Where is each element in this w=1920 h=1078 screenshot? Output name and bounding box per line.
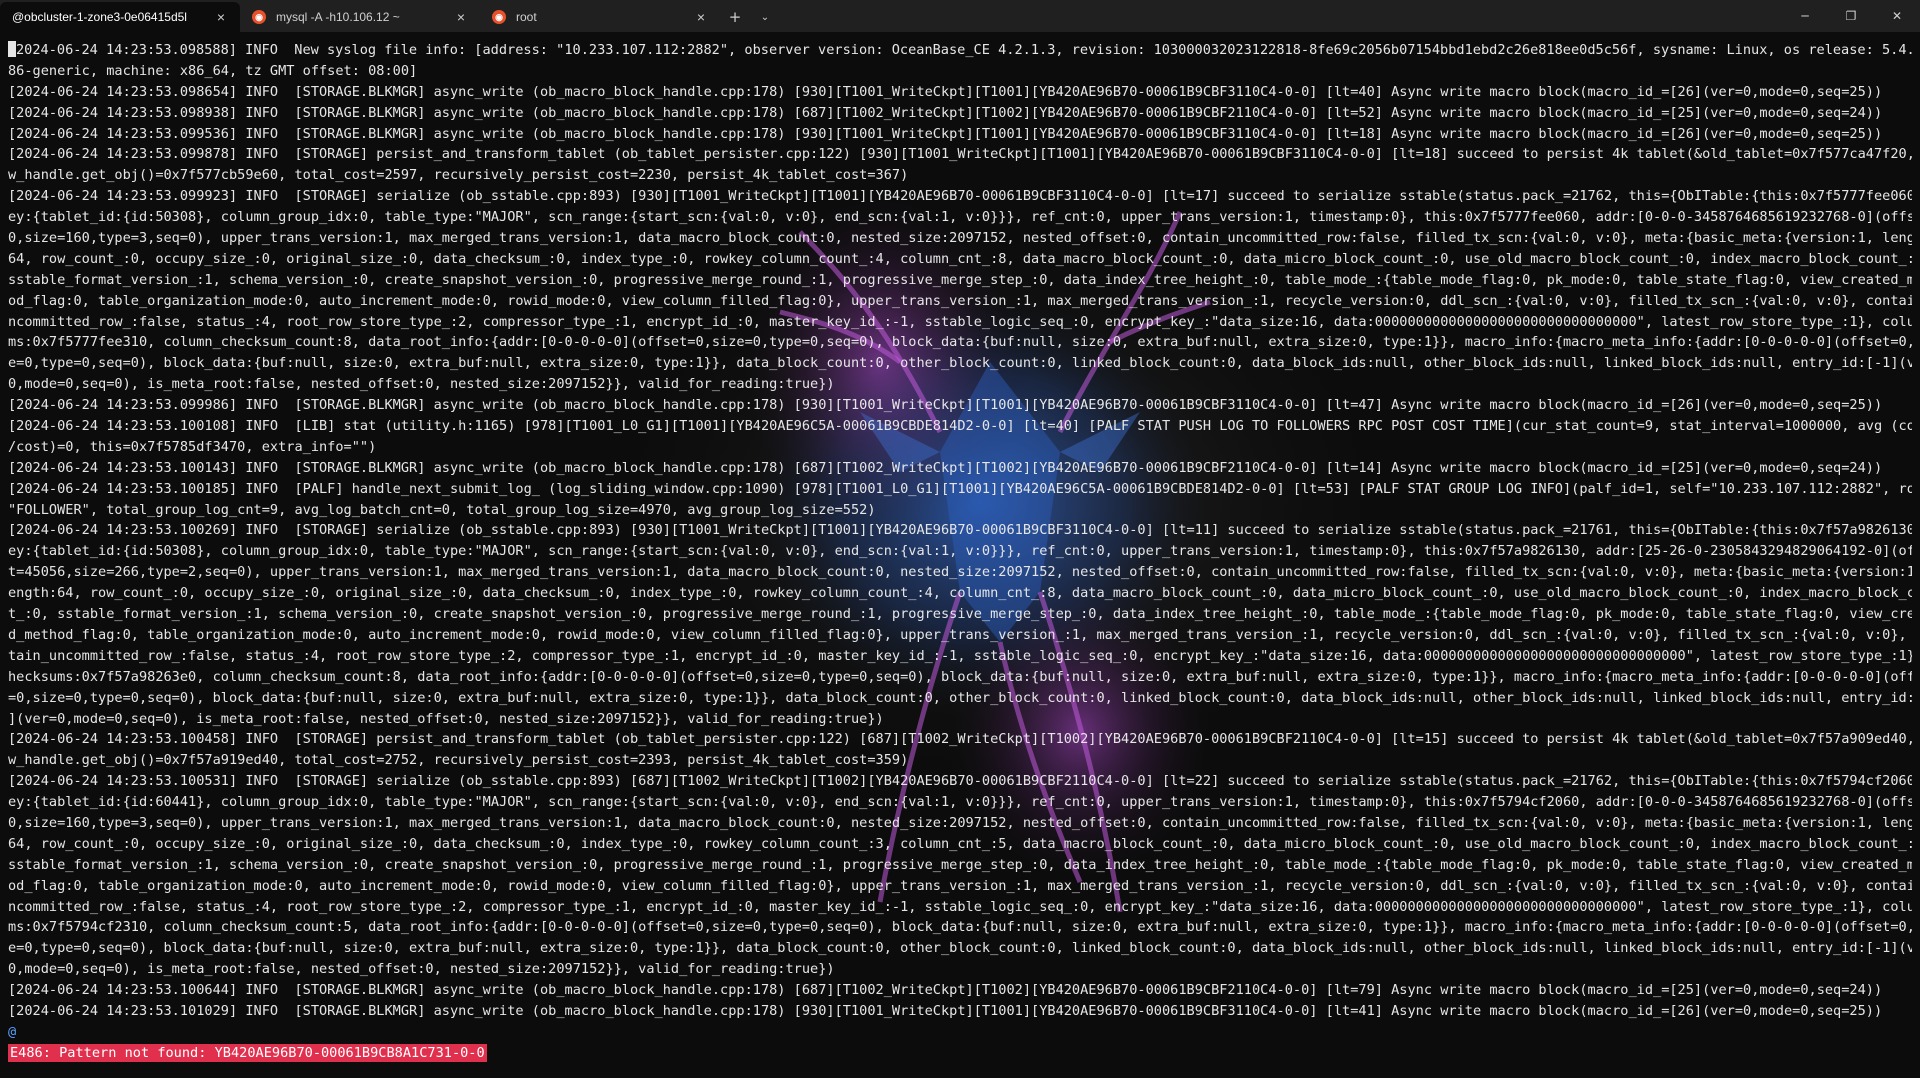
- error-message: E486: Pattern not found: YB420AE96B70-00…: [8, 1043, 487, 1062]
- log-line: w_handle.get_obj()=0x7f577cb59e60, total…: [8, 167, 909, 184]
- log-line: [2024-06-24 14:23:53.099923] INFO [STORA…: [8, 188, 1912, 205]
- log-line: "FOLLOWER", total_group_log_cnt=9, avg_l…: [8, 501, 876, 518]
- vim-empty-line-marker: @: [8, 1023, 17, 1040]
- log-line: hecksums:0x7f57a98263e0, column_checksum…: [8, 668, 1912, 685]
- tab-label: root: [516, 10, 537, 24]
- tab-obcluster[interactable]: @obcluster-1-zone3-0e06415d5l ×: [0, 2, 240, 32]
- minimize-button[interactable]: ─: [1782, 0, 1828, 32]
- close-icon[interactable]: ×: [692, 8, 710, 26]
- log-line: 86-generic, machine: x86_64, tz GMT offs…: [8, 62, 418, 79]
- log-line: ey:{tablet_id:{id:50308}, column_group_i…: [8, 209, 1912, 226]
- terminal-window: @obcluster-1-zone3-0e06415d5l × ◉ mysql …: [0, 0, 1920, 1078]
- log-line: w_handle.get_obj()=0x7f57a919ed40, total…: [8, 752, 909, 769]
- log-line: 0,mode=0,seq=0), is_meta_root:false, nes…: [8, 376, 835, 393]
- log-line: od_flag:0, table_organization_mode:0, au…: [8, 877, 1912, 894]
- text-cursor: [8, 41, 16, 57]
- log-line: 64, row_count_:0, occupy_size_:0, origin…: [8, 250, 1912, 267]
- log-line: 64, row_count_:0, occupy_size_:0, origin…: [8, 835, 1912, 852]
- close-icon[interactable]: ×: [212, 8, 230, 26]
- log-line: =0,size=0,type=0,seq=0), block_data:{buf…: [8, 689, 1912, 706]
- tab-root[interactable]: ◉ root ×: [480, 2, 720, 32]
- ubuntu-icon: ◉: [252, 10, 266, 24]
- close-window-button[interactable]: ✕: [1874, 0, 1920, 32]
- log-line: [2024-06-24 14:23:53.101029] INFO [STORA…: [8, 1002, 1883, 1019]
- log-line: 0,size=160,type=3,seq=0), upper_trans_ve…: [8, 230, 1912, 247]
- log-line: [2024-06-24 14:23:53.098938] INFO [STORA…: [8, 104, 1883, 121]
- log-line: 0,mode=0,seq=0), is_meta_root:false, nes…: [8, 961, 835, 978]
- tab-dropdown-button[interactable]: ⌄: [750, 2, 780, 32]
- log-line: [2024-06-24 14:23:53.100644] INFO [STORA…: [8, 982, 1883, 999]
- maximize-button[interactable]: ❐: [1828, 0, 1874, 32]
- log-line: sstable_format_version_:1, schema_versio…: [8, 856, 1912, 873]
- log-line: e=0,type=0,seq=0), block_data:{buf:null,…: [8, 355, 1912, 372]
- tab-label: @obcluster-1-zone3-0e06415d5l: [12, 10, 187, 24]
- close-icon[interactable]: ×: [452, 8, 470, 26]
- window-controls: ─ ❐ ✕: [1782, 0, 1920, 32]
- log-line: ey:{tablet_id:{id:60441}, column_group_i…: [8, 794, 1912, 811]
- log-line: [2024-06-24 14:23:53.100143] INFO [STORA…: [8, 459, 1883, 476]
- log-line: [2024-06-24 14:23:53.100108] INFO [LIB] …: [8, 418, 1912, 435]
- new-tab-button[interactable]: +: [720, 2, 750, 32]
- log-line: ms:0x7f5794cf2310, column_checksum_count…: [8, 919, 1912, 936]
- ubuntu-icon: ◉: [492, 10, 506, 24]
- log-line: e=0,type=0,seq=0), block_data:{buf:null,…: [8, 940, 1912, 957]
- tab-bar: @obcluster-1-zone3-0e06415d5l × ◉ mysql …: [0, 0, 1920, 32]
- log-line: d_method_flag:0, table_organization_mode…: [8, 626, 1912, 643]
- log-line: ](ver=0,mode=0,seq=0), is_meta_root:fals…: [8, 710, 884, 727]
- log-line: t_:0, sstable_format_version_:1, schema_…: [8, 606, 1912, 623]
- log-line: [2024-06-24 14:23:53.100458] INFO [STORA…: [8, 731, 1912, 748]
- log-line: 0,size=160,type=3,seq=0), upper_trans_ve…: [8, 814, 1912, 831]
- log-line: tain_uncommitted_row_:false, status_:4, …: [8, 647, 1912, 664]
- log-line: ms:0x7f5777fee310, column_checksum_count…: [8, 334, 1912, 351]
- log-line: t=45056,size=266,type=2,seq=0), upper_tr…: [8, 564, 1912, 581]
- log-line: [2024-06-24 14:23:53.100185] INFO [PALF]…: [8, 480, 1912, 497]
- terminal-output[interactable]: 2024-06-24 14:23:53.098588] INFO New sys…: [8, 40, 1912, 1070]
- tab-label: mysql -A -h10.106.12 ~: [276, 10, 400, 24]
- log-line: [2024-06-24 14:23:53.099878] INFO [STORA…: [8, 146, 1912, 163]
- log-line-text: 2024-06-24 14:23:53.098588] INFO New sys…: [16, 42, 1912, 58]
- log-line: ength:64, row_count_:0, occupy_size_:0, …: [8, 585, 1912, 602]
- log-line: [2024-06-24 14:23:53.099986] INFO [STORA…: [8, 397, 1883, 414]
- log-line: [2024-06-24 14:23:53.098654] INFO [STORA…: [8, 83, 1883, 100]
- log-line: od_flag:0, table_organization_mode:0, au…: [8, 292, 1912, 309]
- log-line: [2024-06-24 14:23:53.100269] INFO [STORA…: [8, 522, 1912, 539]
- log-line: sstable_format_version_:1, schema_versio…: [8, 271, 1912, 288]
- log-line: [2024-06-24 14:23:53.099536] INFO [STORA…: [8, 125, 1883, 142]
- log-line: ncommitted_row_:false, status_:4, root_r…: [8, 898, 1912, 915]
- status-line: E486: Pattern not found: YB420AE96B70-00…: [8, 1043, 1912, 1064]
- log-line: 2024-06-24 14:23:53.098588] INFO New sys…: [8, 40, 1912, 61]
- log-line: ncommitted_row_:false, status_:4, root_r…: [8, 313, 1912, 330]
- log-line: ey:{tablet_id:{id:50308}, column_group_i…: [8, 543, 1912, 560]
- tab-mysql[interactable]: ◉ mysql -A -h10.106.12 ~ ×: [240, 2, 480, 32]
- log-line: [2024-06-24 14:23:53.100531] INFO [STORA…: [8, 773, 1912, 790]
- log-line: /cost)=0, this=0x7f5785df3470, extra_inf…: [8, 438, 377, 455]
